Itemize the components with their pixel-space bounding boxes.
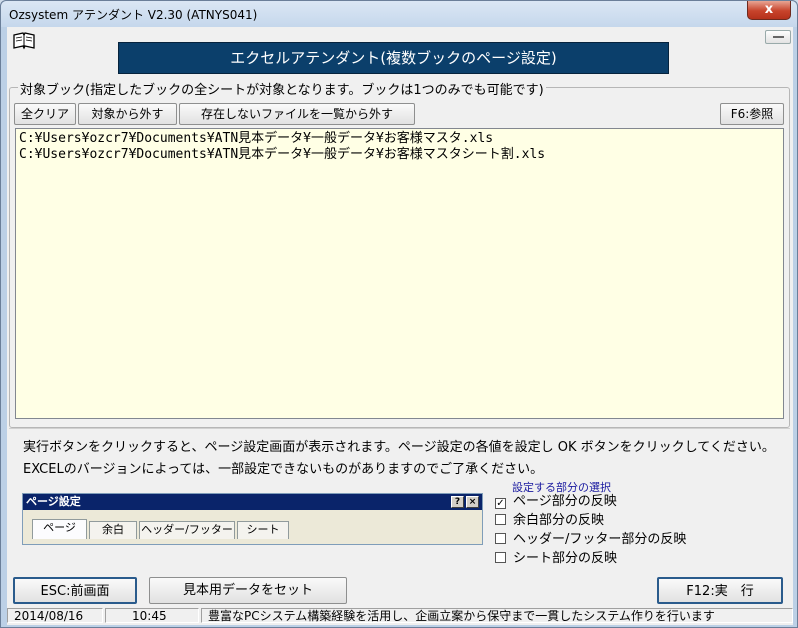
help-icon: ? [451, 496, 464, 508]
checkbox-icon[interactable] [495, 552, 506, 563]
browse-button[interactable]: F6:参照 [720, 103, 784, 125]
target-books-label: 対象ブック(指定したブックの全シートが対象となります。ブックは1つのみでも可能で… [18, 79, 546, 98]
status-date: 2014/08/16 [7, 608, 103, 623]
preview-tab-page: ページ [32, 519, 87, 539]
option-sheet-label: シート部分の反映 [513, 551, 618, 566]
execute-button[interactable]: F12:実 行 [657, 577, 783, 604]
remove-missing-files-button[interactable]: 存在しないファイルを一覧から外す [179, 103, 415, 125]
preview-tab-margins: 余白 [89, 521, 137, 539]
screen-banner: エクセルアテンダント(複数ブックのページ設定) [118, 42, 669, 74]
checkbox-checked-icon[interactable]: ✓ [495, 498, 506, 509]
option-margins-label: 余白部分の反映 [513, 513, 605, 528]
option-page-label: ページ部分の反映 [513, 494, 617, 509]
preview-tab-header-footer: ヘッダー/フッター [139, 521, 235, 539]
status-message: 豊富なPCシステム構築経験を活用し、企画立案から保守まで一貫したシステム作りを行… [201, 608, 793, 623]
checkbox-icon[interactable] [495, 514, 506, 525]
set-sample-data-button[interactable]: 見本用データをセット [149, 577, 347, 604]
clear-all-button[interactable]: 全クリア [14, 103, 76, 125]
book-icon[interactable] [13, 32, 35, 50]
option-header-footer-checkbox[interactable]: ヘッダー/フッター部分の反映 [495, 531, 686, 549]
page-setup-preview-image: ページ設定 ? × ページ 余白 ヘッダー/フッター シート [22, 493, 483, 545]
main-panel: エクセルアテンダント(複数ブックのページ設定) 対象ブック(指定したブックの全シ… [7, 27, 793, 625]
divider [9, 428, 790, 429]
checkbox-icon[interactable] [495, 533, 506, 544]
page-setup-preview-title: ページ設定 [23, 494, 482, 510]
remove-from-target-button[interactable]: 対象から外す [78, 103, 177, 125]
info-text-line1: 実行ボタンをクリックすると、ページ設定画面が表示されます。ページ設定の各値を設定… [23, 440, 775, 455]
option-sheet-checkbox[interactable]: シート部分の反映 [495, 550, 617, 568]
option-margins-checkbox[interactable]: 余白部分の反映 [495, 512, 604, 530]
window-close-button[interactable]: x [747, 1, 791, 20]
option-page-checkbox[interactable]: ✓ ページ部分の反映 [495, 493, 617, 511]
back-button[interactable]: ESC:前画面 [13, 577, 137, 604]
minimize-icon [773, 36, 784, 38]
title-bar[interactable]: Ozsystem アテンダント V2.30 (ATNYS041) x [1, 1, 797, 27]
minimize-button[interactable] [765, 30, 791, 44]
status-time: 10:45 [105, 608, 199, 623]
preview-tab-sheet: シート [237, 521, 289, 539]
list-item[interactable]: C:¥Users¥ozcr7¥Documents¥ATN見本データ¥一般データ¥… [19, 147, 780, 163]
close-icon: × [466, 496, 479, 508]
option-header-footer-label: ヘッダー/フッター部分の反映 [513, 532, 687, 547]
list-item[interactable]: C:¥Users¥ozcr7¥Documents¥ATN見本データ¥一般データ¥… [19, 131, 780, 147]
info-text-line2: EXCELのバージョンによっては、一部設定できないものがありますのでご了承くださ… [23, 462, 544, 477]
target-file-list[interactable]: C:¥Users¥ozcr7¥Documents¥ATN見本データ¥一般データ¥… [15, 128, 784, 419]
app-window: Ozsystem アテンダント V2.30 (ATNYS041) x エクセルア… [0, 0, 798, 628]
status-bar: 2014/08/16 10:45 豊富なPCシステム構築経験を活用し、企画立案か… [7, 608, 793, 625]
window-title: Ozsystem アテンダント V2.30 (ATNYS041) [9, 8, 258, 22]
